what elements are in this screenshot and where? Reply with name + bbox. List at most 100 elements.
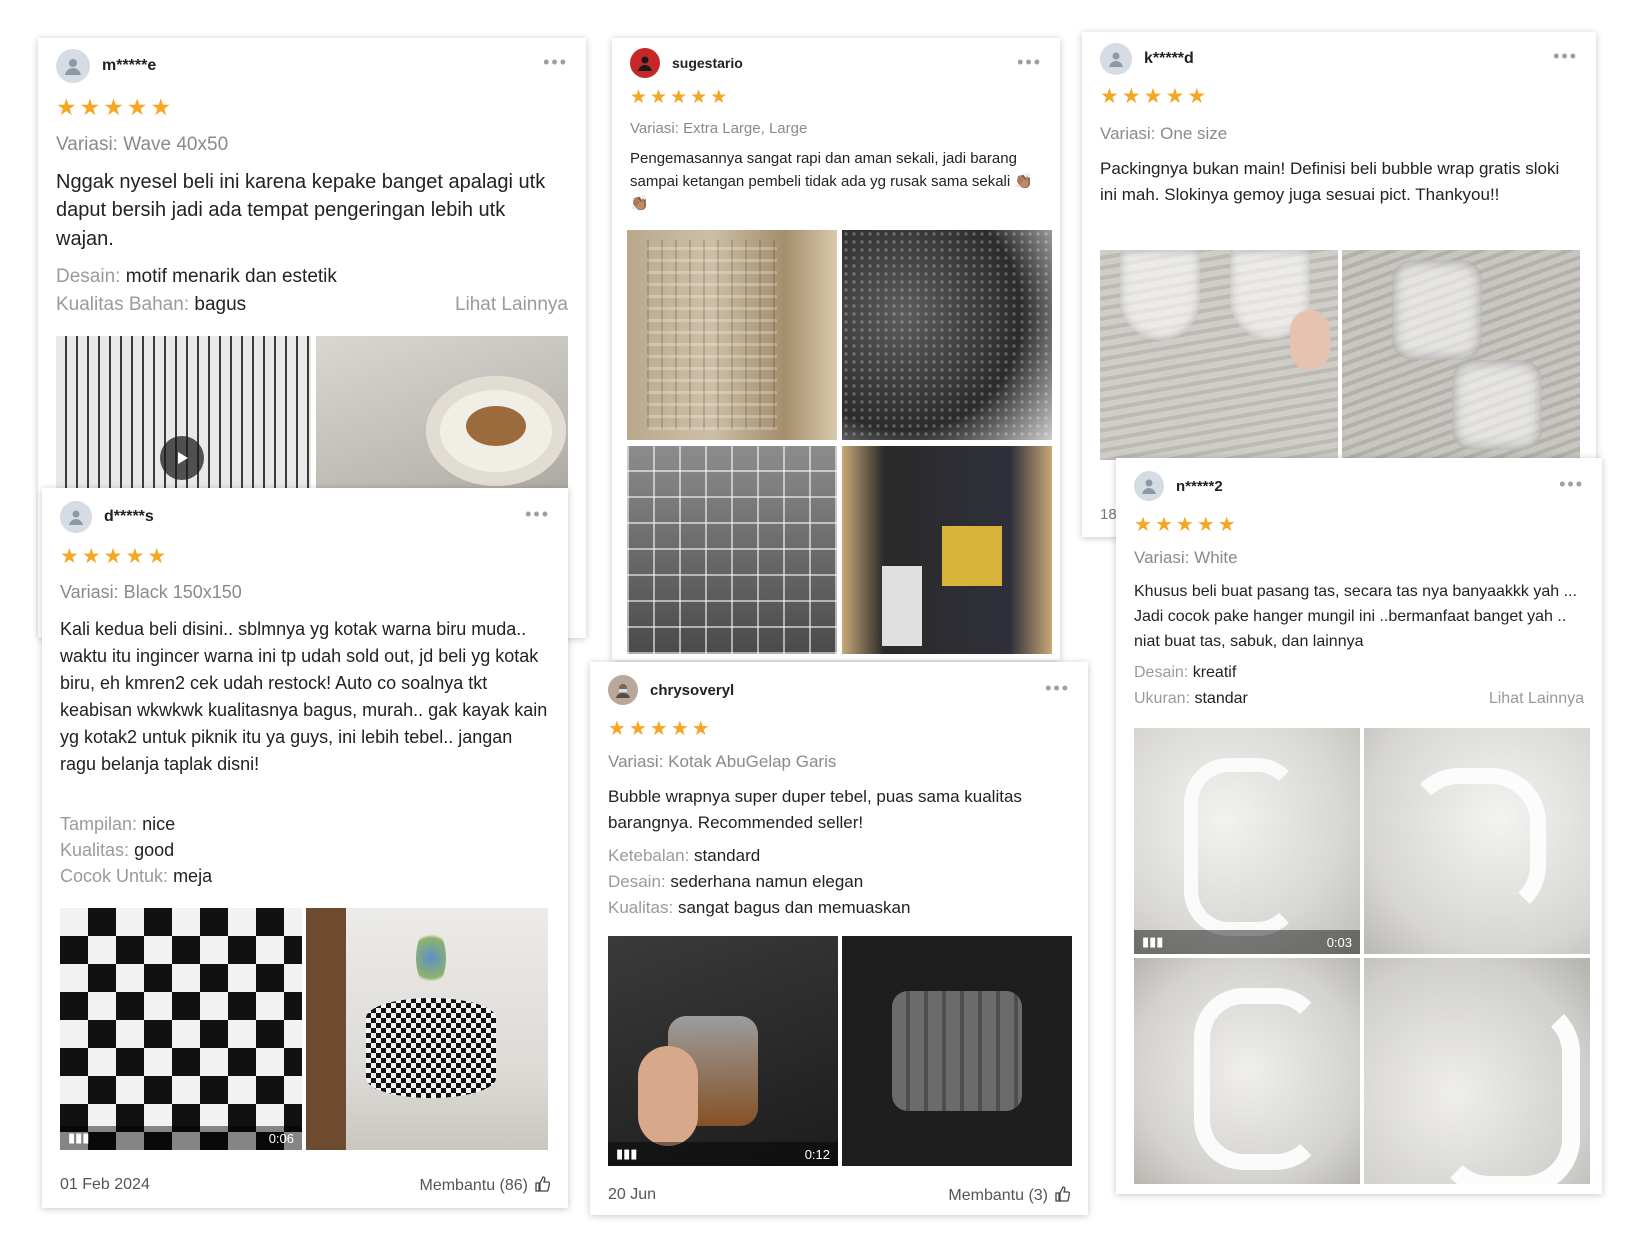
star-icon: ★ [1154, 514, 1173, 536]
star-icon: ★ [60, 545, 79, 568]
avatar[interactable] [608, 675, 638, 705]
star-icon: ★ [1196, 514, 1215, 536]
star-icon: ★ [1165, 85, 1185, 108]
video-duration: 0:06 [268, 1130, 294, 1146]
review-photo[interactable] [842, 230, 1052, 440]
review-header: d*****s ••• [60, 500, 550, 534]
partial-text: 18 [1100, 506, 1117, 523]
review-photo[interactable] [842, 446, 1052, 654]
star-icon: ★ [608, 718, 626, 740]
avatar[interactable] [60, 501, 92, 533]
review-text: Khusus beli buat pasang tas, secara tas … [1134, 583, 1577, 650]
see-more-link[interactable]: Lihat Lainnya [455, 294, 568, 316]
username[interactable]: chrysoveryl [650, 682, 734, 699]
star-icon: ★ [56, 94, 77, 120]
variation-label: Variasi: Black 150x150 [60, 582, 242, 602]
star-icon: ★ [1187, 85, 1207, 108]
attribute-value: bagus [194, 294, 247, 315]
username[interactable]: d*****s [104, 508, 154, 526]
attribute-row: Kualitas: sangat bagus dan memuaskan [608, 898, 1070, 918]
star-icon: ★ [1134, 514, 1152, 536]
star-icon: ★ [79, 94, 101, 120]
attribute-value: kreatif [1192, 664, 1237, 681]
video-icon: ▮▮▮ [68, 1130, 90, 1145]
attribute-key: Ukuran: [1134, 690, 1191, 707]
star-icon: ★ [691, 718, 710, 740]
see-more-link[interactable]: Lihat Lainnya [1489, 690, 1584, 708]
more-options-icon[interactable]: ••• [1017, 52, 1042, 73]
review-photo[interactable] [1134, 958, 1360, 1184]
attribute-row: Desain: motif menarik dan estetik [56, 266, 568, 288]
star-icon: ★ [1217, 514, 1236, 536]
star-icon: ★ [150, 94, 172, 120]
photo-object [466, 406, 526, 446]
review-header: k*****d ••• [1100, 42, 1578, 76]
review-photo[interactable] [842, 936, 1072, 1166]
photo-object [1392, 260, 1482, 360]
attribute-row: Cocok Untuk: meja [60, 866, 550, 887]
photo-object [1184, 758, 1302, 936]
review-video[interactable]: ▮▮▮ 0:12 [608, 936, 838, 1166]
video-bar: ▮▮▮ 0:03 [1134, 930, 1360, 954]
more-options-icon[interactable]: ••• [1559, 474, 1584, 495]
variation-label: Variasi: Wave 40x50 [56, 134, 229, 155]
review-card-5: chrysoveryl ••• ★ ★ ★ ★ ★ Variasi: Kotak Abu… [590, 662, 1088, 1215]
star-icon: ★ [1143, 85, 1163, 108]
review-footer: 01 Feb 2024 Membantu (86) [60, 1176, 550, 1195]
attribute-value: standard [694, 846, 761, 865]
photo-object [842, 230, 1052, 440]
photo-object [1434, 998, 1580, 1184]
username[interactable]: m*****e [102, 57, 156, 75]
review-photo[interactable] [1100, 250, 1338, 460]
attribute-row: Kualitas: good [60, 840, 550, 861]
avatar[interactable] [1100, 43, 1132, 75]
attribute-key: Kualitas Bahan: [56, 294, 190, 315]
star-icon: ★ [1100, 85, 1119, 108]
attribute-value: good [134, 840, 175, 860]
star-icon: ★ [1175, 514, 1194, 536]
review-photo[interactable] [1364, 958, 1590, 1184]
review-photo[interactable] [1364, 728, 1590, 954]
username[interactable]: k*****d [1144, 50, 1194, 68]
username[interactable]: n*****2 [1176, 478, 1223, 495]
star-icon: ★ [650, 87, 668, 108]
review-video[interactable]: ▮▮▮ 0:06 [60, 908, 302, 1150]
username[interactable]: sugestario [672, 55, 743, 71]
star-icon: ★ [649, 718, 668, 740]
attribute-row: Ketebalan: standard [608, 846, 1070, 866]
review-photo[interactable] [1342, 250, 1580, 460]
review-card-4: d*****s ••• ★ ★ ★ ★ ★ Variasi: Black 150x150… [42, 488, 568, 1208]
review-photo[interactable] [306, 908, 548, 1150]
rating-stars: ★ ★ ★ ★ ★ [60, 544, 166, 569]
thumbs-up-icon[interactable] [534, 1176, 550, 1192]
review-video[interactable]: ▮▮▮ 0:03 [1134, 728, 1360, 954]
attribute-value: meja [173, 866, 213, 886]
more-options-icon[interactable]: ••• [1553, 46, 1578, 67]
photo-object [892, 991, 1022, 1111]
more-options-icon[interactable]: ••• [543, 52, 568, 73]
thumbs-up-icon[interactable] [1054, 1186, 1070, 1202]
variation-label: Variasi: Kotak AbuGelap Garis [608, 752, 837, 771]
review-date: 20 Jun [608, 1186, 657, 1203]
helpful-button[interactable]: Membantu (86) [420, 1176, 550, 1195]
attribute-key: Cocok Untuk: [60, 866, 169, 886]
star-icon: ★ [81, 545, 101, 568]
review-photo[interactable] [627, 446, 837, 654]
attribute-key: Tampilan: [60, 814, 138, 834]
star-icon: ★ [1121, 85, 1141, 108]
more-options-icon[interactable]: ••• [525, 504, 550, 525]
play-icon[interactable] [160, 436, 204, 480]
review-footer: 20 Jun Membantu (3) [608, 1186, 1070, 1205]
review-text: Packingnya bukan main! Definisi beli bub… [1100, 159, 1560, 204]
review-card-2: sugestario ••• ★ ★ ★ ★ ★ Variasi: Extra Larg… [612, 38, 1060, 660]
avatar[interactable] [630, 48, 660, 78]
helpful-count: Membantu (3) [948, 1187, 1048, 1204]
avatar[interactable] [1134, 471, 1164, 501]
star-icon: ★ [630, 87, 648, 108]
avatar[interactable] [56, 49, 90, 83]
review-photo[interactable] [627, 230, 837, 440]
attribute-key: Kualitas: [608, 898, 674, 917]
helpful-button[interactable]: Membantu (3) [948, 1186, 1070, 1205]
more-options-icon[interactable]: ••• [1045, 678, 1070, 699]
attribute-row: Desain: kreatif [1134, 664, 1584, 682]
